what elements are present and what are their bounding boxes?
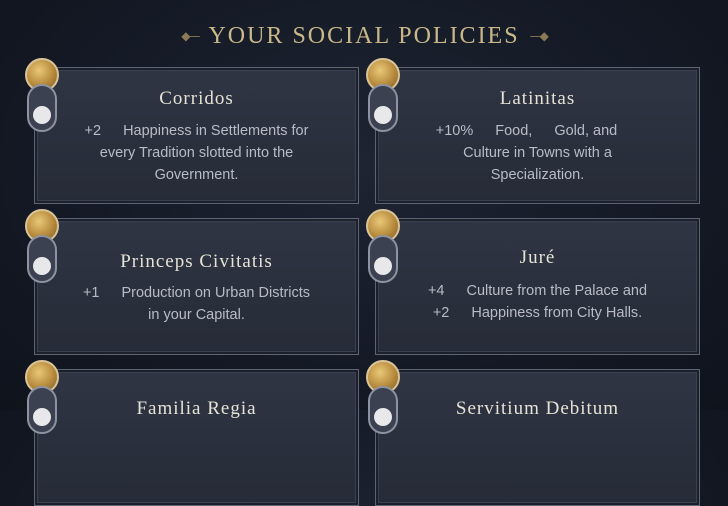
- bonus-value: +10%: [435, 123, 474, 139]
- desc-text: Government.: [154, 167, 239, 183]
- bonus-value: +2: [432, 305, 450, 321]
- civ-emblem-icon: [33, 106, 51, 124]
- civ-emblem-icon: [374, 106, 392, 124]
- policy-medal-latinitas: [366, 58, 400, 134]
- happiness-icon: [452, 304, 468, 320]
- gold-icon: [535, 122, 551, 138]
- desc-text: Culture from the Palace and: [466, 283, 648, 299]
- policy-card-familia-regia[interactable]: Familia Regia: [34, 369, 359, 506]
- desc-text: in your Capital.: [148, 307, 245, 323]
- policy-description: +1 Production on Urban Districts in your …: [53, 282, 340, 326]
- policy-description: +4 Culture from the Palace and +2 Happines…: [394, 280, 681, 324]
- policy-name: Familia Regia: [136, 398, 257, 419]
- culture-icon: [448, 282, 464, 298]
- civ-emblem-icon: [374, 257, 392, 275]
- bonus-value: +2: [84, 123, 102, 139]
- policy-card-latinitas[interactable]: Latinitas +10% Food, Gold, and Culture in …: [375, 67, 700, 204]
- desc-text: Happiness from City Halls.: [471, 305, 643, 321]
- policy-medal-jure: [366, 209, 400, 285]
- civ-emblem-icon: [33, 257, 51, 275]
- desc-text: Specialization.: [490, 167, 585, 183]
- civ-emblem-icon: [374, 408, 392, 426]
- policy-medal-corridos: [25, 58, 59, 134]
- desc-text: every Tradition slotted into the: [99, 145, 294, 161]
- policy-card-jure[interactable]: Juré +4 Culture from the Palace and +2 Hap…: [375, 218, 700, 355]
- policy-card-princeps-civitatis[interactable]: Princeps Civitatis +1 Production on Urban…: [34, 218, 359, 355]
- section-header: ◆— YOUR SOCIAL POLICIES —◆: [0, 20, 728, 52]
- happiness-icon: [104, 122, 120, 138]
- desc-text: Production on Urban Districts: [121, 285, 311, 301]
- header-ornament-left-icon: ◆—: [181, 29, 200, 43]
- policy-medal-princeps: [25, 209, 59, 285]
- policy-name: Latinitas: [499, 88, 576, 109]
- policy-name: Juré: [519, 247, 556, 268]
- civ-emblem-icon: [33, 408, 51, 426]
- desc-text: Culture in Towns with a: [463, 145, 612, 161]
- header-ornament-right-icon: —◆: [529, 29, 549, 43]
- desc-text: Gold, and: [554, 123, 618, 139]
- culture-icon: [620, 122, 636, 138]
- bonus-value: +1: [82, 285, 100, 301]
- desc-text: Food,: [495, 123, 533, 139]
- policy-description: +10% Food, Gold, and Culture in Towns with…: [394, 120, 681, 186]
- policy-name: Servitium Debitum: [455, 398, 620, 419]
- bonus-value: +4: [427, 283, 445, 299]
- policy-card-corridos[interactable]: Corridos +2 Happiness in Settlements for …: [34, 67, 359, 204]
- policy-medal-servitium: [366, 360, 400, 436]
- policy-card-servitium-debitum[interactable]: Servitium Debitum: [375, 369, 700, 506]
- policy-name: Princeps Civitatis: [120, 251, 273, 272]
- section-title: YOUR SOCIAL POLICIES: [208, 22, 520, 49]
- production-icon: [102, 284, 118, 300]
- policy-description: +2 Happiness in Settlements for every Tra…: [53, 120, 340, 186]
- desc-text: Happiness in Settlements for: [123, 123, 309, 139]
- policy-medal-familia: [25, 360, 59, 436]
- food-icon: [476, 122, 492, 138]
- policy-name: Corridos: [159, 88, 234, 109]
